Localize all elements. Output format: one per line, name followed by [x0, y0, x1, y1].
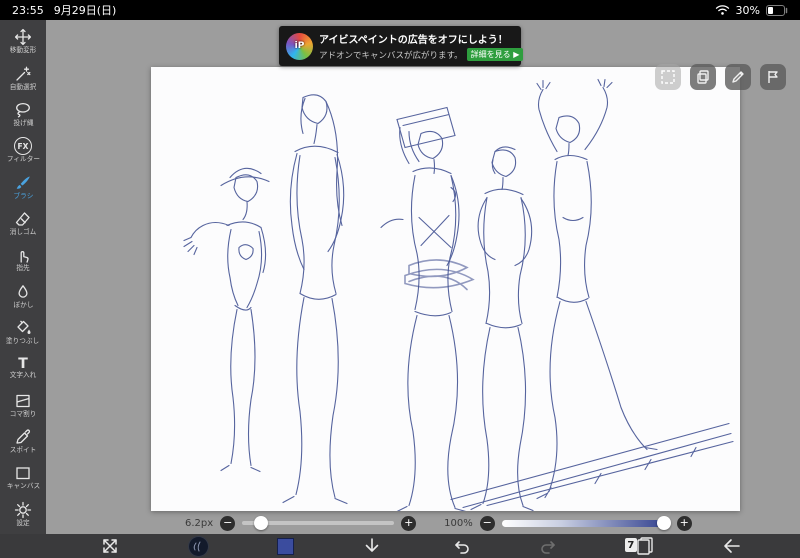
tool-sidebar: 移動変形 自動選択 投げ縄 FX フィルター ブラシ 消しゴム 指先 ぼかし 塗… — [0, 20, 46, 534]
tool-eraser[interactable]: 消しゴム — [0, 205, 46, 241]
down-arrow-button[interactable] — [362, 536, 382, 556]
tool-fill[interactable]: 塗りつぶし — [0, 314, 46, 350]
undo-button[interactable] — [451, 536, 471, 556]
brush-size-value: 6.2px — [185, 517, 214, 529]
tool-canvas[interactable]: キャンバス — [0, 459, 46, 495]
magic-wand-icon — [16, 66, 31, 81]
brush-size-knob[interactable] — [254, 516, 269, 530]
panel-frame-icon — [16, 394, 30, 407]
clipboard-button[interactable] — [690, 64, 716, 90]
canvas-sketch — [183, 78, 734, 511]
ad-banner[interactable]: iP アイビスペイントの広告をオフにしよう！ アドオンでキャンバスが広がります。… — [279, 26, 524, 66]
ad-title: アイビスペイントの広告をオフにしよう！ — [319, 35, 508, 46]
eraser-icon — [15, 212, 30, 226]
battery-icon — [766, 4, 788, 16]
opacity-knob[interactable] — [656, 516, 671, 530]
canvas-toolbar — [655, 64, 786, 90]
brush-size-decrease-button[interactable]: − — [220, 515, 236, 531]
layers-button[interactable]: 7 — [624, 536, 654, 556]
canvas-icon — [16, 467, 30, 480]
tool-move-transform[interactable]: 移動変形 — [0, 23, 46, 59]
brush-icon — [16, 176, 30, 189]
tool-text[interactable]: T 文字入れ — [0, 350, 46, 386]
finger-icon — [20, 251, 29, 263]
pencil-icon — [732, 71, 744, 83]
selection-button[interactable] — [655, 64, 681, 90]
transform-arrows-icon — [103, 539, 117, 553]
gear-icon — [14, 501, 32, 518]
tool-frame-divide[interactable]: コマ割り — [0, 387, 46, 423]
redo-icon — [540, 541, 555, 554]
paint-bucket-icon — [17, 320, 31, 335]
status-bar: 23:55 9月29日(日) 30% — [0, 0, 800, 20]
ibispaint-logo: iP — [286, 32, 313, 60]
move-transform-icon — [14, 29, 32, 46]
ad-subtitle: アドオンでキャンバスが広がります。 — [319, 50, 463, 61]
tool-eyedropper[interactable]: スポイト — [0, 423, 46, 459]
opacity-value: 100% — [444, 517, 473, 529]
clock: 23:55 — [12, 3, 44, 17]
lasso-icon — [16, 102, 30, 118]
brush-settings-bar: 6.2px − + 100% − + — [151, 512, 740, 534]
ad-cta-button[interactable]: 詳細を見る ▶ — [466, 48, 524, 61]
down-arrow-icon — [366, 538, 379, 552]
undo-icon — [454, 541, 469, 554]
date: 9月29日(日) — [53, 4, 117, 17]
tool-blur[interactable]: ぼかし — [0, 278, 46, 314]
tool-auto-select[interactable]: 自動選択 — [0, 59, 46, 95]
material-button[interactable] — [760, 64, 786, 90]
current-color-swatch[interactable] — [277, 537, 295, 555]
tool-brush[interactable]: ブラシ — [0, 168, 46, 204]
workspace: iP アイビスペイントの広告をオフにしよう！ アドオンでキャンバスが広がります。… — [0, 20, 800, 534]
tool-smudge[interactable]: 指先 — [0, 241, 46, 277]
opacity-slider[interactable] — [501, 516, 671, 530]
tool-settings[interactable]: 設定 — [0, 496, 46, 532]
clipboard-icon — [697, 70, 709, 84]
brush-preview-button[interactable] — [188, 535, 210, 557]
blur-drop-icon — [18, 284, 28, 298]
drawing-canvas[interactable] — [151, 67, 740, 511]
tool-filter[interactable]: FX フィルター — [0, 132, 46, 168]
opacity-increase-button[interactable]: + — [676, 515, 692, 531]
brush-size-slider[interactable] — [242, 516, 395, 530]
dashed-selection-icon — [661, 70, 675, 84]
tool-lasso[interactable]: 投げ縄 — [0, 96, 46, 132]
fx-filter-icon: FX — [14, 137, 32, 156]
text-tool-icon: T — [18, 356, 28, 373]
flag-icon — [768, 71, 778, 83]
bottom-toolbar: 7 — [0, 534, 800, 558]
transform-mode-button[interactable] — [100, 536, 120, 556]
redo-button[interactable] — [539, 536, 559, 556]
back-arrow-icon — [724, 539, 740, 553]
layer-count-badge: 7 — [624, 538, 637, 552]
back-button[interactable] — [722, 536, 742, 556]
wifi-icon — [715, 5, 729, 15]
opacity-decrease-button[interactable]: − — [479, 515, 495, 531]
edit-button[interactable] — [725, 64, 751, 90]
eyedropper-icon — [16, 429, 31, 444]
brush-size-increase-button[interactable]: + — [401, 515, 417, 531]
battery-percent: 30% — [735, 3, 760, 17]
brush-stroke-preview-icon — [193, 541, 201, 552]
